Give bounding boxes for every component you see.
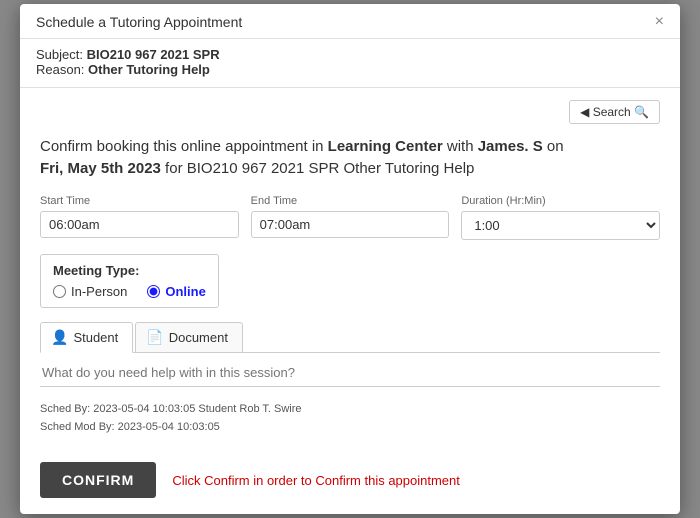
subject-line: Subject: BIO210 967 2021 SPR [36, 47, 664, 62]
radio-group: In-Person Online [53, 284, 206, 299]
sched-info: Sched By: 2023-05-04 10:03:05 Student Ro… [40, 401, 660, 436]
confirm-text-block: Confirm booking this online appointment … [40, 136, 660, 181]
sched-mod-value: 2023-05-04 10:03:05 [118, 421, 220, 433]
sched-mod-line: Sched Mod By: 2023-05-04 10:03:05 [40, 419, 660, 437]
reason-line: Reason: Other Tutoring Help [36, 62, 664, 77]
close-button[interactable]: × [655, 14, 664, 30]
meeting-type-section: Meeting Type: In-Person Online [40, 254, 219, 308]
tabs-row: 👤 Student 📄 Document [40, 322, 660, 353]
modal-title: Schedule a Tutoring Appointment [36, 14, 242, 30]
time-row: Start Time End Time Duration (Hr:Min) 1:… [40, 195, 660, 240]
confirm-hint: Click Confirm in order to Confirm this a… [172, 473, 460, 488]
duration-label: Duration (Hr:Min) [461, 195, 660, 207]
modal-header: Schedule a Tutoring Appointment × [20, 4, 680, 39]
search-bar-row: ◀ Search 🔍 [40, 100, 660, 124]
end-time-label: End Time [251, 195, 450, 207]
sched-by-line: Sched By: 2023-05-04 10:03:05 Student Ro… [40, 401, 660, 419]
person-icon: 👤 [51, 329, 68, 346]
search-button[interactable]: ◀ Search 🔍 [569, 100, 660, 124]
sched-by-label: Sched By: [40, 403, 90, 415]
inperson-radio[interactable] [53, 285, 66, 298]
modal-container: Schedule a Tutoring Appointment × Subjec… [20, 4, 680, 514]
meeting-type-label: Meeting Type: [53, 263, 206, 278]
session-help-input[interactable] [40, 361, 660, 387]
duration-select[interactable]: 1:00 [461, 211, 660, 240]
tutor-name: James. S [478, 138, 543, 155]
document-icon: 📄 [146, 329, 163, 346]
confirm-line1-prefix: Confirm booking this online appointment … [40, 138, 328, 155]
modal-body: ◀ Search 🔍 Confirm booking this online a… [20, 88, 680, 452]
tab-student-label: Student [73, 330, 118, 345]
confirm-button[interactable]: CONFIRM [40, 462, 156, 498]
inperson-label: In-Person [71, 284, 127, 299]
end-time-input[interactable] [251, 211, 450, 238]
tab-document-label: Document [169, 330, 228, 345]
confirm-on: on [543, 138, 564, 155]
subject-label: Subject: [36, 47, 83, 62]
subject-value: BIO210 967 2021 SPR [87, 47, 220, 62]
tab-document[interactable]: 📄 Document [135, 322, 243, 352]
start-time-field: Start Time [40, 195, 239, 240]
inperson-option[interactable]: In-Person [53, 284, 127, 299]
sched-by-value: 2023-05-04 10:03:05 Student Rob T. Swire [93, 403, 301, 415]
reason-value: Other Tutoring Help [88, 62, 210, 77]
confirm-for: for BIO210 967 2021 SPR Other Tutoring H… [161, 160, 475, 177]
modal-subheader: Subject: BIO210 967 2021 SPR Reason: Oth… [20, 39, 680, 88]
sched-mod-label: Sched Mod By: [40, 421, 115, 433]
online-label: Online [165, 284, 205, 299]
online-option[interactable]: Online [147, 284, 205, 299]
tab-student[interactable]: 👤 Student [40, 322, 133, 353]
end-time-field: End Time [251, 195, 450, 240]
learning-center-text: Learning Center [328, 138, 443, 155]
footer-row: CONFIRM Click Confirm in order to Confir… [20, 452, 680, 514]
confirm-with: with [443, 138, 478, 155]
duration-field: Duration (Hr:Min) 1:00 [461, 195, 660, 240]
appointment-date: Fri, May 5th 2023 [40, 160, 161, 177]
reason-label: Reason: [36, 62, 84, 77]
online-radio[interactable] [147, 285, 160, 298]
start-time-label: Start Time [40, 195, 239, 207]
start-time-input[interactable] [40, 211, 239, 238]
